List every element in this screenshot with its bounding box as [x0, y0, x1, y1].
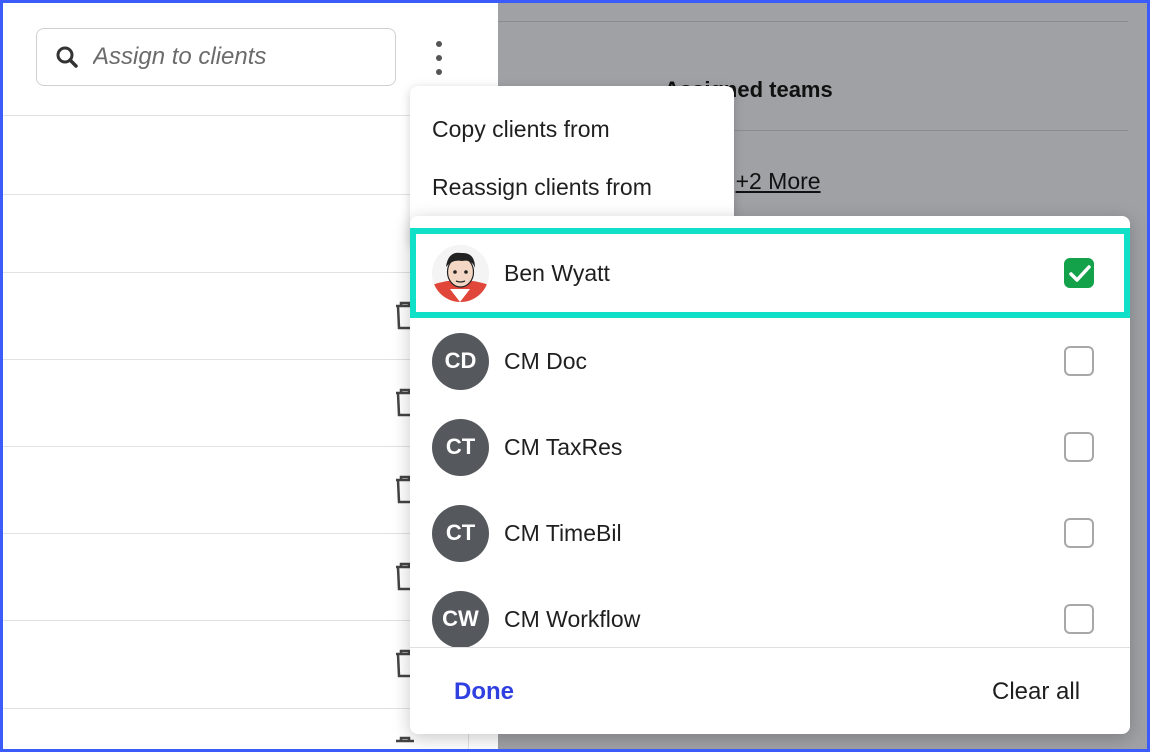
row-divider: [3, 272, 468, 273]
avatar: [432, 244, 489, 302]
row-divider: [3, 115, 468, 116]
client-checkbox[interactable]: [1064, 432, 1094, 462]
row-divider: [3, 359, 468, 360]
row-divider: [3, 194, 468, 195]
app-frame: Assigned teams rs +2 More Copy clients f…: [0, 0, 1150, 752]
done-button[interactable]: Done: [454, 678, 514, 706]
avatar: CD: [432, 332, 489, 390]
client-name: CM Doc: [504, 347, 588, 374]
trash-icon[interactable]: [393, 735, 417, 752]
client-row-cm-taxres[interactable]: CT CM TaxRes: [410, 404, 1130, 490]
client-row-cm-doc[interactable]: CD CM Doc: [410, 318, 1130, 404]
checkmark-icon: [1069, 265, 1091, 282]
client-name: CM TimeBil: [504, 519, 622, 546]
row-divider: [3, 533, 468, 534]
more-members-link[interactable]: +2 More: [736, 168, 821, 194]
client-row-cm-timebil[interactable]: CT CM TimeBil: [410, 490, 1130, 576]
search-box[interactable]: [36, 28, 396, 86]
client-checkbox[interactable]: [1064, 518, 1094, 548]
client-name: CM Workflow: [504, 605, 641, 632]
client-name: CM TaxRes: [504, 433, 623, 460]
avatar: CW: [432, 590, 489, 648]
row-divider: [3, 620, 468, 621]
clear-all-button[interactable]: Clear all: [992, 678, 1080, 706]
divider: [498, 21, 1128, 22]
more-options-icon[interactable]: [429, 41, 449, 75]
client-row-ben-wyatt[interactable]: Ben Wyatt: [410, 228, 1130, 318]
menu-item-copy-clients[interactable]: Copy clients from: [432, 116, 610, 143]
menu-item-reassign-clients[interactable]: Reassign clients from: [432, 174, 652, 201]
user-photo-icon: [432, 244, 489, 302]
client-name: Ben Wyatt: [504, 259, 610, 286]
client-checkbox[interactable]: [1064, 604, 1094, 634]
row-divider: [3, 708, 468, 709]
client-checkbox[interactable]: [1064, 346, 1094, 376]
picker-footer: Done Clear all: [410, 647, 1130, 734]
search-icon: [56, 46, 78, 68]
row-divider: [3, 446, 468, 447]
client-checkbox[interactable]: [1064, 258, 1094, 288]
client-picker: Ben Wyatt CD CM Doc CT CM TaxRes CT CM T…: [410, 216, 1130, 734]
avatar: CT: [432, 418, 489, 476]
search-input[interactable]: [93, 43, 373, 71]
avatar: CT: [432, 504, 489, 562]
